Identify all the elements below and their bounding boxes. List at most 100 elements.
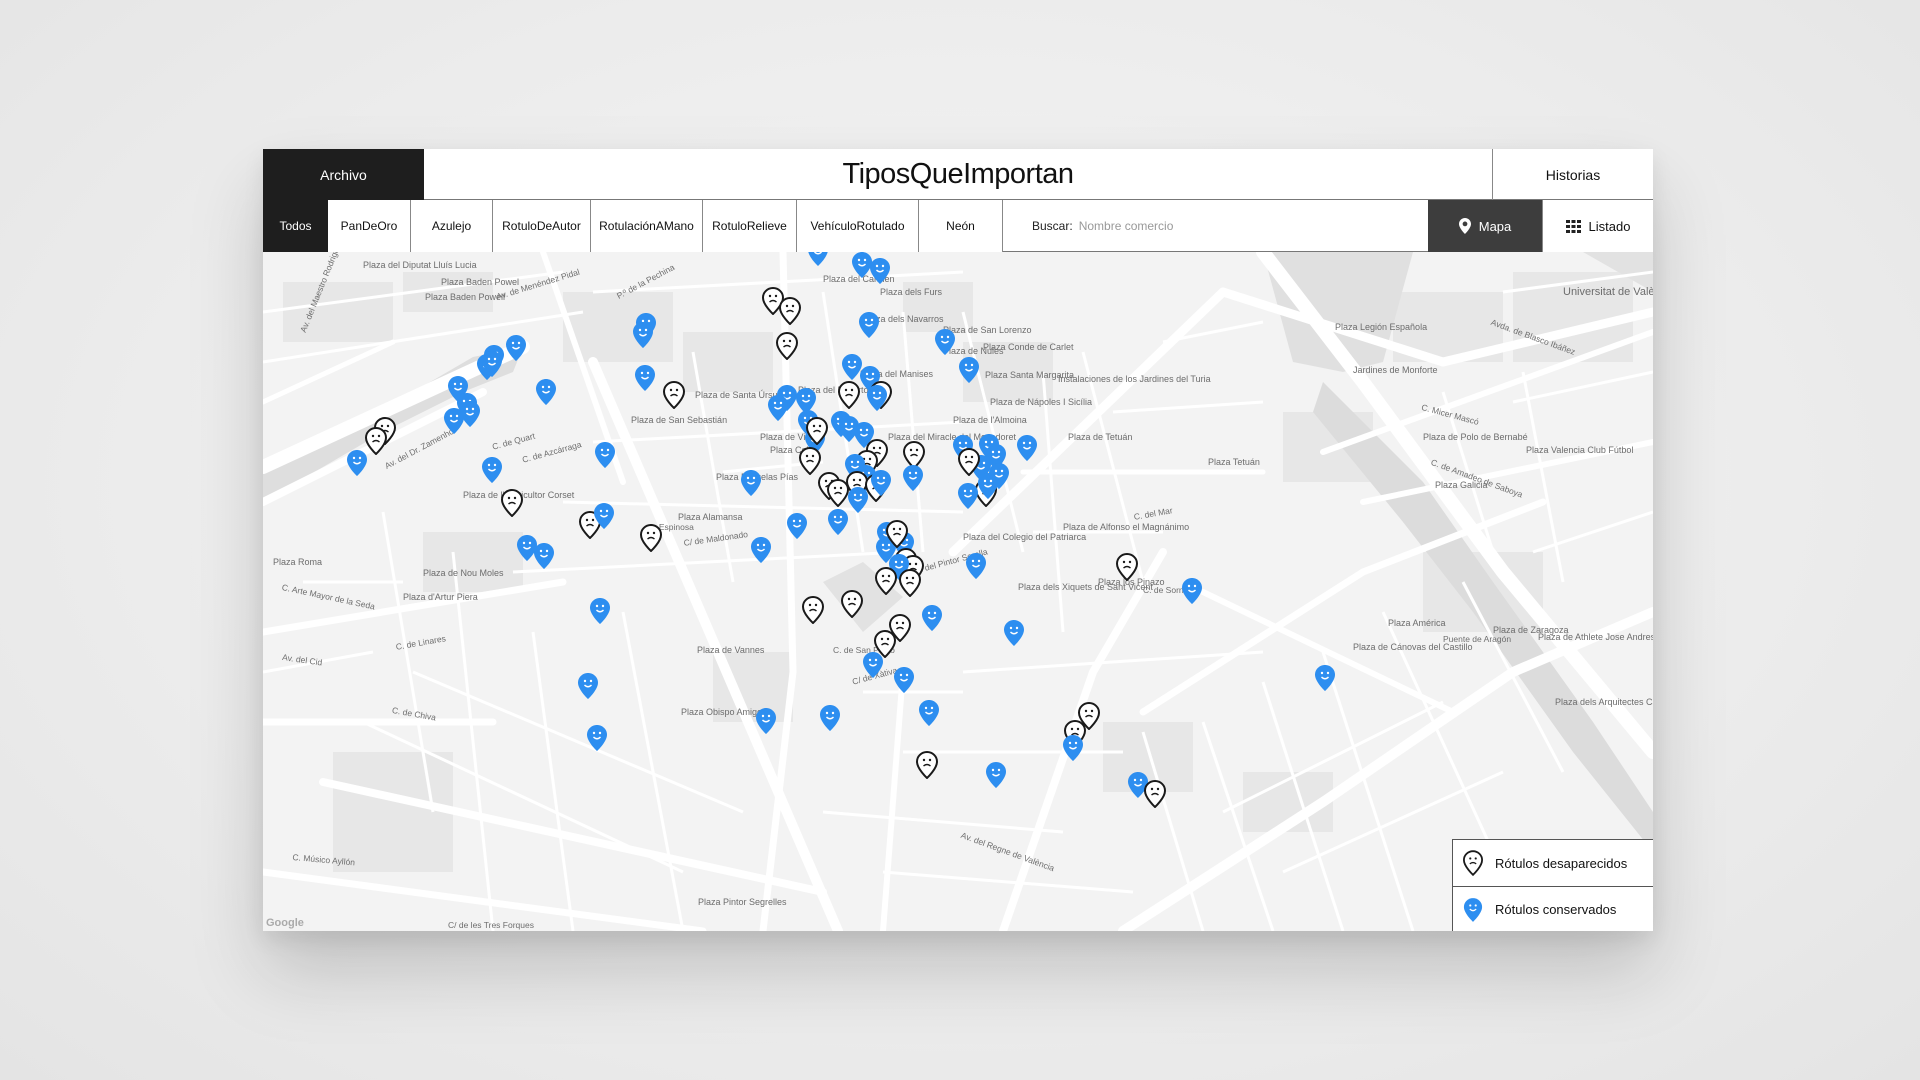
- disappeared-sign-marker[interactable]: [799, 447, 821, 475]
- disappeared-sign-marker[interactable]: [365, 427, 387, 455]
- preserved-sign-marker[interactable]: [965, 552, 987, 580]
- preserved-sign-marker[interactable]: [958, 356, 980, 384]
- google-attribution: Google: [266, 917, 304, 929]
- preserved-sign-marker[interactable]: [1003, 619, 1025, 647]
- preserved-sign-marker[interactable]: [1016, 434, 1038, 462]
- disappeared-sign-marker[interactable]: [875, 567, 897, 595]
- place-label: Jardines de Monforte: [1353, 365, 1438, 375]
- place-label: Plaza Alamansa: [678, 512, 743, 522]
- list-view-button[interactable]: Listado: [1542, 200, 1653, 252]
- preserved-sign-marker[interactable]: [755, 707, 777, 735]
- legend-row-preserved: Rótulos conservados: [1453, 886, 1653, 931]
- filter-tab-todos[interactable]: Todos: [263, 200, 328, 252]
- preserved-sign-marker[interactable]: [985, 761, 1007, 789]
- preserved-sign-marker[interactable]: [443, 407, 465, 435]
- filter-tab-azulejo[interactable]: Azulejo: [411, 200, 493, 252]
- preserved-sign-marker[interactable]: [870, 469, 892, 497]
- disappeared-sign-marker[interactable]: [899, 569, 921, 597]
- disappeared-sign-marker[interactable]: [886, 520, 908, 548]
- preserved-sign-marker[interactable]: [577, 672, 599, 700]
- filter-tab-vehiculorotulado[interactable]: VehículoRotulado: [797, 200, 919, 252]
- preserved-sign-marker[interactable]: [866, 384, 888, 412]
- map-view-label: Mapa: [1478, 218, 1512, 234]
- map-view-button[interactable]: Mapa: [1428, 200, 1542, 252]
- preserved-sign-marker[interactable]: [858, 311, 880, 339]
- disappeared-sign-marker[interactable]: [779, 297, 801, 325]
- filter-tab-rotulorelieve[interactable]: RotuloRelieve: [703, 200, 797, 252]
- sad-pin-icon: [1463, 850, 1483, 876]
- preserved-sign-marker[interactable]: [586, 724, 608, 752]
- preserved-sign-marker[interactable]: [481, 350, 503, 378]
- place-label: Plaza Baden Powell: [425, 292, 506, 302]
- place-label: Plaza Legión Española: [1335, 322, 1428, 332]
- preserved-sign-marker[interactable]: [593, 502, 615, 530]
- place-label: Plaza de Tetuán: [1068, 432, 1133, 442]
- preserved-sign-marker[interactable]: [827, 508, 849, 536]
- preserved-sign-marker[interactable]: [740, 469, 762, 497]
- preserved-sign-marker[interactable]: [505, 334, 527, 362]
- disappeared-sign-marker[interactable]: [640, 524, 662, 552]
- place-label: Plaza Tetuán: [1208, 457, 1260, 467]
- place-label: Plaza Valencia Club Fútbol: [1526, 445, 1634, 455]
- disappeared-sign-marker[interactable]: [838, 381, 860, 409]
- preserved-sign-marker[interactable]: [634, 364, 656, 392]
- preserved-sign-marker[interactable]: [632, 321, 654, 349]
- place-label: Plaza de Polo de Bernabé: [1423, 432, 1528, 442]
- preserved-sign-marker[interactable]: [1181, 577, 1203, 605]
- filter-tab-rotulodeautor[interactable]: RotuloDeAutor: [493, 200, 591, 252]
- preserved-sign-marker[interactable]: [977, 472, 999, 500]
- preserved-sign-marker[interactable]: [807, 252, 829, 267]
- preserved-sign-marker[interactable]: [1062, 734, 1084, 762]
- search-input[interactable]: [1078, 219, 1379, 233]
- disappeared-sign-marker[interactable]: [916, 751, 938, 779]
- legend-label-disappeared: Rótulos desaparecidos: [1495, 855, 1628, 871]
- preserved-sign-marker[interactable]: [957, 482, 979, 510]
- preserved-sign-marker[interactable]: [767, 394, 789, 422]
- preserved-sign-marker[interactable]: [786, 512, 808, 540]
- disappeared-sign-marker[interactable]: [776, 332, 798, 360]
- legend-label-preserved: Rótulos conservados: [1495, 902, 1617, 917]
- disappeared-sign-marker[interactable]: [1116, 553, 1138, 581]
- disappeared-sign-marker[interactable]: [1144, 780, 1166, 808]
- preserved-sign-marker[interactable]: [533, 542, 555, 570]
- filter-tab-rotulacionamano[interactable]: RotulaciónAMano: [591, 200, 703, 252]
- preserved-sign-marker[interactable]: [1314, 664, 1336, 692]
- street-label: C. de Sorní: [1143, 585, 1186, 595]
- place-label: Plaza Roma: [273, 557, 323, 567]
- place-label: Plaza América: [1388, 618, 1446, 628]
- place-label: Plaza Santa Margarita: [985, 370, 1075, 380]
- archive-button[interactable]: Archivo: [263, 149, 424, 200]
- happy-pin-icon: [1463, 897, 1483, 922]
- preserved-sign-marker[interactable]: [921, 604, 943, 632]
- preserved-sign-marker[interactable]: [750, 536, 772, 564]
- preserved-sign-marker[interactable]: [589, 597, 611, 625]
- street-label: Puente de Aragón: [1443, 634, 1512, 644]
- preserved-sign-marker[interactable]: [481, 456, 503, 484]
- disappeared-sign-marker[interactable]: [802, 596, 824, 624]
- preserved-sign-marker[interactable]: [918, 699, 940, 727]
- preserved-sign-marker[interactable]: [594, 441, 616, 469]
- preserved-sign-marker[interactable]: [535, 378, 557, 406]
- preserved-sign-marker[interactable]: [819, 704, 841, 732]
- place-label: Plaza dels Furs: [880, 287, 943, 297]
- filter-tab-neon[interactable]: Neón: [919, 200, 1003, 252]
- map-canvas[interactable]: Plaza del Diputat Lluís Lucia Plaza Bade…: [263, 252, 1653, 931]
- preserved-sign-marker[interactable]: [847, 486, 869, 514]
- preserved-sign-marker[interactable]: [346, 449, 368, 477]
- preserved-sign-marker[interactable]: [893, 666, 915, 694]
- place-label: Plaza dels Arquitectes Calvo: [1555, 697, 1653, 707]
- site-title[interactable]: TiposQueImportan: [424, 149, 1492, 200]
- stories-link[interactable]: Historias: [1492, 149, 1653, 200]
- preserved-sign-marker[interactable]: [869, 257, 891, 285]
- preserved-sign-marker[interactable]: [902, 464, 924, 492]
- disappeared-sign-marker[interactable]: [806, 417, 828, 445]
- place-label: Plaza de Nou Moles: [423, 568, 504, 578]
- preserved-sign-marker[interactable]: [934, 328, 956, 356]
- disappeared-sign-marker[interactable]: [827, 479, 849, 507]
- disappeared-sign-marker[interactable]: [841, 590, 863, 618]
- disappeared-sign-marker[interactable]: [663, 381, 685, 409]
- filter-tab-pandeoro[interactable]: PanDeOro: [328, 200, 411, 252]
- disappeared-sign-marker[interactable]: [501, 489, 523, 517]
- search-label: Buscar:: [1032, 219, 1073, 233]
- preserved-sign-marker[interactable]: [862, 651, 884, 679]
